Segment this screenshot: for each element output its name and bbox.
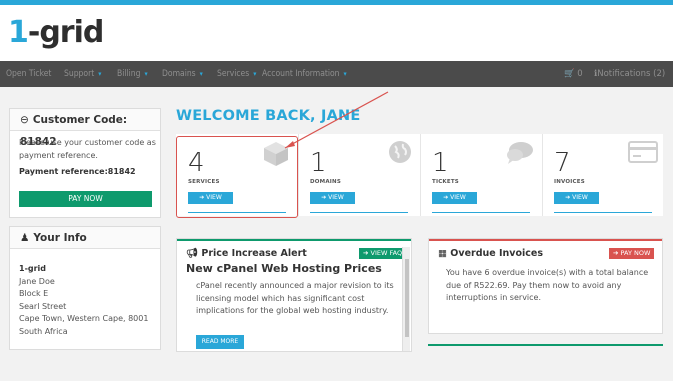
nav-billing[interactable]: Billing ▾ xyxy=(117,61,148,87)
nav-account-information[interactable]: Account Information ▾ xyxy=(262,61,347,87)
customer-code-panel: ⊖ Customer Code: 81842 Please use your cu… xyxy=(9,108,161,218)
stat-domains: 1 DOMAINS ➔ VIEW xyxy=(298,134,420,216)
next-card-accent xyxy=(428,344,663,346)
nav-domains[interactable]: Domains ▾ xyxy=(162,61,203,87)
credit-card-icon xyxy=(628,140,658,171)
info-name: Jane Doe xyxy=(19,276,55,286)
calculator-icon: ▦ xyxy=(438,248,451,259)
chevron-down-icon: ▾ xyxy=(251,70,257,78)
announcement-body: cPanel recently announced a major revisi… xyxy=(196,281,394,315)
overdue-title: Overdue Invoices xyxy=(450,248,544,259)
stat-underline xyxy=(432,212,530,213)
globe-icon xyxy=(388,140,412,171)
user-icon: ♟ xyxy=(20,232,30,244)
scrollbar-thumb[interactable] xyxy=(405,259,409,337)
notifications-label: Notifications (2) xyxy=(597,69,666,79)
info-address-line: Cape Town, Western Cape, 8001 xyxy=(19,314,149,323)
stat-count: 1 xyxy=(310,148,327,178)
announcement-header-label: Price Increase Alert xyxy=(201,248,307,259)
your-info-header: ♟ Your Info xyxy=(10,227,160,249)
nav-label: Support xyxy=(64,69,95,79)
announcement-scrollbar[interactable] xyxy=(402,247,410,351)
info-address-line: Block E xyxy=(19,289,49,298)
announcement-title: New cPanel Web Hosting Prices xyxy=(186,262,382,275)
cart-count: 0 xyxy=(577,69,583,79)
services-highlight-box xyxy=(176,136,298,218)
nav-services[interactable]: Services ▾ xyxy=(217,61,256,87)
your-info-panel: ♟ Your Info 1-grid Jane Doe Block E Searl… xyxy=(9,226,161,350)
chevron-down-icon: ▾ xyxy=(341,70,347,78)
chevron-down-icon: ▾ xyxy=(96,70,102,78)
chat-icon xyxy=(506,140,534,173)
page-title: WELCOME BACK, JANE xyxy=(176,108,361,124)
overdue-header: ▦ Overdue Invoices xyxy=(438,248,543,259)
stat-underline xyxy=(310,212,408,213)
info-address-line: Searl Street xyxy=(19,301,67,311)
header: 1-grid xyxy=(0,5,673,61)
stat-label: TICKETS xyxy=(432,179,459,185)
stat-label: INVOICES xyxy=(554,179,585,185)
stat-underline xyxy=(554,212,652,213)
nav-open-ticket[interactable]: Open Ticket xyxy=(6,61,51,87)
megaphone-icon: 📢︎ xyxy=(186,248,202,259)
chevron-down-icon: ▾ xyxy=(197,70,203,78)
stat-tickets: 1 TICKETS ➔ VIEW xyxy=(420,134,542,216)
pay-now-tag-button[interactable]: ➔ PAY NOW xyxy=(609,248,655,259)
chevron-down-icon: ▾ xyxy=(142,70,148,78)
customer-code-description: Please use your customer code as payment… xyxy=(19,138,156,160)
view-tickets-button[interactable]: ➔ VIEW xyxy=(432,192,477,204)
payment-reference: Payment reference:81842 xyxy=(19,167,136,176)
read-more-button[interactable]: READ MORE xyxy=(196,335,244,349)
info-country: South Africa xyxy=(19,326,68,336)
nav-support[interactable]: Support ▾ xyxy=(64,61,101,87)
customer-code-header: ⊖ Customer Code: 81842 xyxy=(10,109,160,148)
pay-now-button[interactable]: PAY NOW xyxy=(19,191,152,207)
view-invoices-button[interactable]: ➔ VIEW xyxy=(554,192,599,204)
cart-link[interactable]: 🛒 0 xyxy=(564,61,583,87)
nav-label: Open Ticket xyxy=(6,69,52,79)
stat-invoices: 7 INVOICES ➔ VIEW xyxy=(542,134,663,216)
info-company: 1-grid xyxy=(19,264,47,273)
logo[interactable]: 1-grid xyxy=(8,15,104,51)
announcement-header: 📢︎ Price Increase Alert xyxy=(186,248,307,259)
view-faq-button[interactable]: ➔ VIEW FAQ xyxy=(359,248,407,259)
notifications-link[interactable]: ℹNotifications (2) xyxy=(594,61,665,87)
logo-text: -grid xyxy=(27,15,104,50)
stat-count: 1 xyxy=(432,148,449,178)
announcement-card: 📢︎ Price Increase Alert ➔ VIEW FAQ New c… xyxy=(176,238,412,352)
your-info-title: Your Info xyxy=(33,232,87,244)
overdue-invoices-card: ▦ Overdue Invoices ➔ PAY NOW You have 6 … xyxy=(428,238,663,334)
nav-label: Account Information xyxy=(262,69,340,79)
nav-label: Services xyxy=(217,69,250,79)
address-block: 1-grid Jane Doe Block E Searl Street Cap… xyxy=(19,263,148,338)
nav-label: Billing xyxy=(117,69,141,79)
stat-label: DOMAINS xyxy=(310,179,341,185)
cart-icon: 🛒 xyxy=(564,69,575,79)
main-nav: Open Ticket Support ▾ Billing ▾ Domains … xyxy=(0,61,673,87)
nav-label: Domains xyxy=(162,69,196,79)
card-accent xyxy=(429,239,662,241)
stat-count: 7 xyxy=(554,148,571,178)
logo-number: 1 xyxy=(8,15,29,50)
view-domains-button[interactable]: ➔ VIEW xyxy=(310,192,355,204)
card-accent xyxy=(177,239,411,241)
overdue-body: You have 6 overdue invoice(s) with a tot… xyxy=(446,268,649,302)
user-circle-icon: ⊖ xyxy=(20,114,29,126)
